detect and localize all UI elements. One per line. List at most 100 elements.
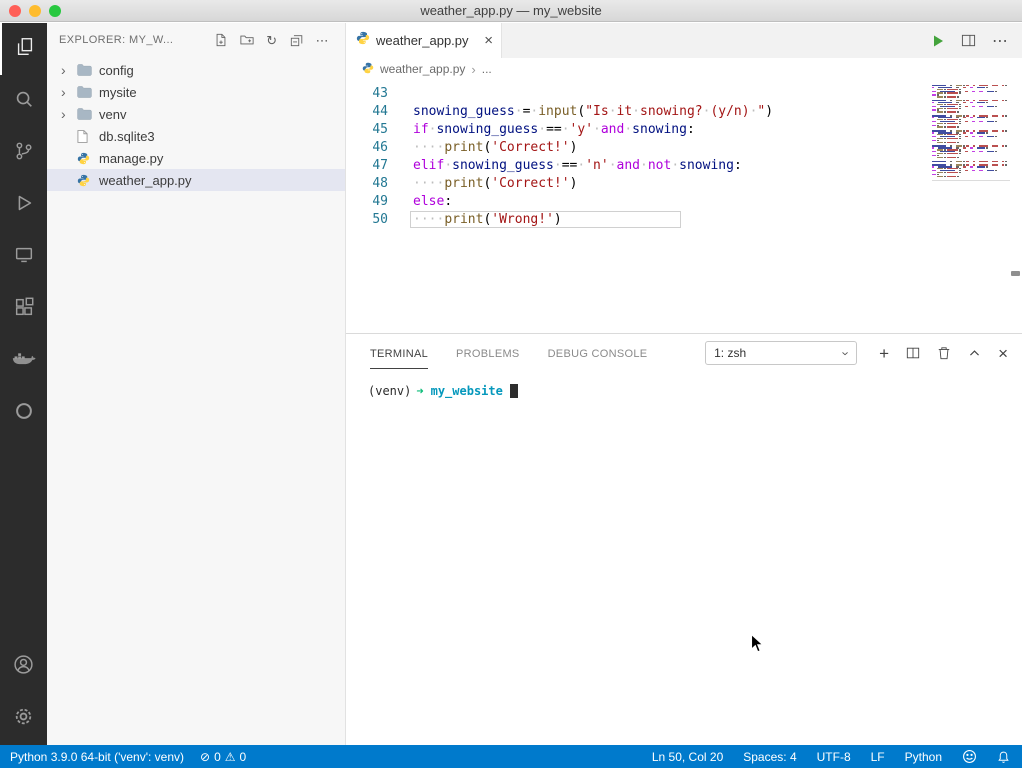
terminal-shell-select[interactable]: 1: zsh › xyxy=(705,341,857,365)
code-line-44[interactable]: 44snowing_guess·=·input("Is·it·snowing?·… xyxy=(346,103,773,121)
split-terminal-button[interactable] xyxy=(906,346,920,360)
code-line-45[interactable]: 45if·snowing_guess·==·'y'·and·snowing: xyxy=(346,121,773,139)
eol-status[interactable]: LF xyxy=(871,750,885,764)
run-debug-icon xyxy=(13,192,35,219)
search-icon xyxy=(13,88,35,115)
code-lines[interactable]: 4344snowing_guess·=·input("Is·it·snowing… xyxy=(346,85,773,229)
tab-problems[interactable]: PROBLEMS xyxy=(456,338,520,368)
monitor-icon xyxy=(13,244,35,271)
prompt-arrow-icon: ➜ xyxy=(416,384,423,398)
code-line-48[interactable]: 48····print('Correct!') xyxy=(346,175,773,193)
encoding-status[interactable]: UTF-8 xyxy=(817,750,851,764)
explorer-header: EXPLORER: MY_W... ↻ ⋯ xyxy=(47,23,345,57)
more-actions-icon[interactable]: ⋯ xyxy=(316,34,329,47)
tab-bar: weather_app.py × ⋯ xyxy=(346,23,1022,58)
window-controls xyxy=(9,5,61,17)
source-control-icon xyxy=(13,140,35,167)
line-number: 50 xyxy=(346,211,388,229)
new-file-icon[interactable] xyxy=(214,33,228,47)
code-editor[interactable]: 4344snowing_guess·=·input("Is·it·snowing… xyxy=(346,80,1022,333)
activity-bar xyxy=(0,23,47,745)
code-line-43[interactable]: 43 xyxy=(346,85,773,103)
breadcrumb-more[interactable]: ... xyxy=(482,62,492,76)
file-label: config xyxy=(99,63,134,78)
line-content: ····print('Correct!') xyxy=(413,175,577,193)
code-line-50[interactable]: 50····print('Wrong!') xyxy=(346,211,773,229)
close-window-button[interactable] xyxy=(9,5,21,17)
activity-search[interactable] xyxy=(0,75,47,127)
activity-circle-extension[interactable] xyxy=(0,387,47,439)
cursor-position-status[interactable]: Ln 50, Col 20 xyxy=(652,750,723,764)
shell-select-value: 1: zsh xyxy=(714,346,746,360)
tree-item-config[interactable]: › config xyxy=(47,59,345,81)
code-line-47[interactable]: 47 elif·snowing_guess·==·'n'·and·not·snow… xyxy=(346,157,773,175)
terminal[interactable]: (venv) ➜ my_website xyxy=(346,372,1022,398)
close-tab-icon[interactable]: × xyxy=(484,32,493,49)
tab-terminal[interactable]: TERMINAL xyxy=(370,338,428,369)
activity-run-debug[interactable] xyxy=(0,179,47,231)
minimize-window-button[interactable] xyxy=(29,5,41,17)
file-label: mysite xyxy=(99,85,137,100)
python-interpreter-status[interactable]: Python 3.9.0 64-bit ('venv': venv) xyxy=(10,750,184,764)
line-number: 49 xyxy=(346,193,388,211)
activity-account[interactable] xyxy=(0,641,47,693)
tree-item-weather_app.py[interactable]: weather_app.py xyxy=(47,169,345,191)
file-label: db.sqlite3 xyxy=(99,129,155,144)
ring-icon xyxy=(13,400,35,427)
terminal-cwd: my_website xyxy=(431,384,503,398)
run-button[interactable] xyxy=(931,34,945,48)
breadcrumb[interactable]: weather_app.py › ... xyxy=(346,58,1022,80)
language-mode-status[interactable]: Python xyxy=(905,750,942,764)
code-line-49[interactable]: 49else: xyxy=(346,193,773,211)
activity-settings[interactable] xyxy=(0,693,47,745)
explorer-sidebar: EXPLORER: MY_W... ↻ ⋯ › config › mysite ›ven… xyxy=(47,23,346,745)
refresh-icon[interactable]: ↻ xyxy=(266,34,277,47)
activity-extensions[interactable] xyxy=(0,283,47,335)
activity-remote-explorer[interactable] xyxy=(0,231,47,283)
editor-group: weather_app.py × ⋯ weather_app.py › ... … xyxy=(346,23,1022,745)
new-folder-icon[interactable] xyxy=(240,33,254,47)
split-editor-button[interactable] xyxy=(961,33,976,48)
tab-weather-app[interactable]: weather_app.py × xyxy=(346,23,502,58)
panel-header: TERMINAL PROBLEMS DEBUG CONSOLE 1: zsh ›… xyxy=(346,334,1022,372)
line-number: 45 xyxy=(346,121,388,139)
minimap[interactable] xyxy=(932,83,1010,181)
line-content: elif·snowing_guess·==·'n'·and·not·snowin… xyxy=(413,157,742,175)
tree-item-mysite[interactable]: › mysite xyxy=(47,81,345,103)
activity-source-control[interactable] xyxy=(0,127,47,179)
line-number: 47 xyxy=(346,157,388,175)
code-line-46[interactable]: 46 ····print('Correct!') xyxy=(346,139,773,157)
line-content: ····print('Correct!') xyxy=(413,139,577,157)
tree-item-venv[interactable]: ›venv xyxy=(47,103,345,125)
maximize-window-button[interactable] xyxy=(49,5,61,17)
new-terminal-button[interactable]: + xyxy=(879,345,889,362)
close-panel-button[interactable]: × xyxy=(998,345,1008,362)
python-icon xyxy=(77,152,97,165)
breadcrumb-file[interactable]: weather_app.py xyxy=(380,62,465,76)
activity-docker[interactable] xyxy=(0,335,47,387)
tree-item-db.sqlite3[interactable]: db.sqlite3 xyxy=(47,125,345,147)
status-bar: Python 3.9.0 64-bit ('venv': venv) ⊘ 0 ⚠… xyxy=(0,745,1022,768)
feedback-smiley-icon[interactable] xyxy=(962,749,977,764)
collapse-all-icon[interactable] xyxy=(290,33,304,47)
line-number: 44 xyxy=(346,103,388,121)
folder-icon xyxy=(77,86,97,98)
indentation-status[interactable]: Spaces: 4 xyxy=(743,750,796,764)
activity-explorer[interactable] xyxy=(0,23,47,75)
line-number: 46 xyxy=(346,139,388,157)
folder-icon xyxy=(77,108,97,120)
maximize-panel-button[interactable] xyxy=(968,347,981,360)
problems-status[interactable]: ⊘ 0 ⚠ 0 xyxy=(200,750,246,764)
terminal-venv-prefix: (venv) xyxy=(368,384,411,398)
gear-icon xyxy=(13,706,34,732)
chevron-right-icon: › xyxy=(61,62,77,78)
warnings-icon: ⚠ xyxy=(225,750,236,764)
notifications-bell-icon[interactable] xyxy=(997,750,1010,764)
tree-item-manage.py[interactable]: manage.py xyxy=(47,147,345,169)
chevron-right-icon: › xyxy=(61,84,77,100)
file-label: weather_app.py xyxy=(99,173,192,188)
more-actions-button[interactable]: ⋯ xyxy=(992,31,1008,51)
kill-terminal-button[interactable] xyxy=(937,346,951,360)
chevron-down-icon: › xyxy=(838,351,853,355)
tab-debug-console[interactable]: DEBUG CONSOLE xyxy=(548,338,648,368)
